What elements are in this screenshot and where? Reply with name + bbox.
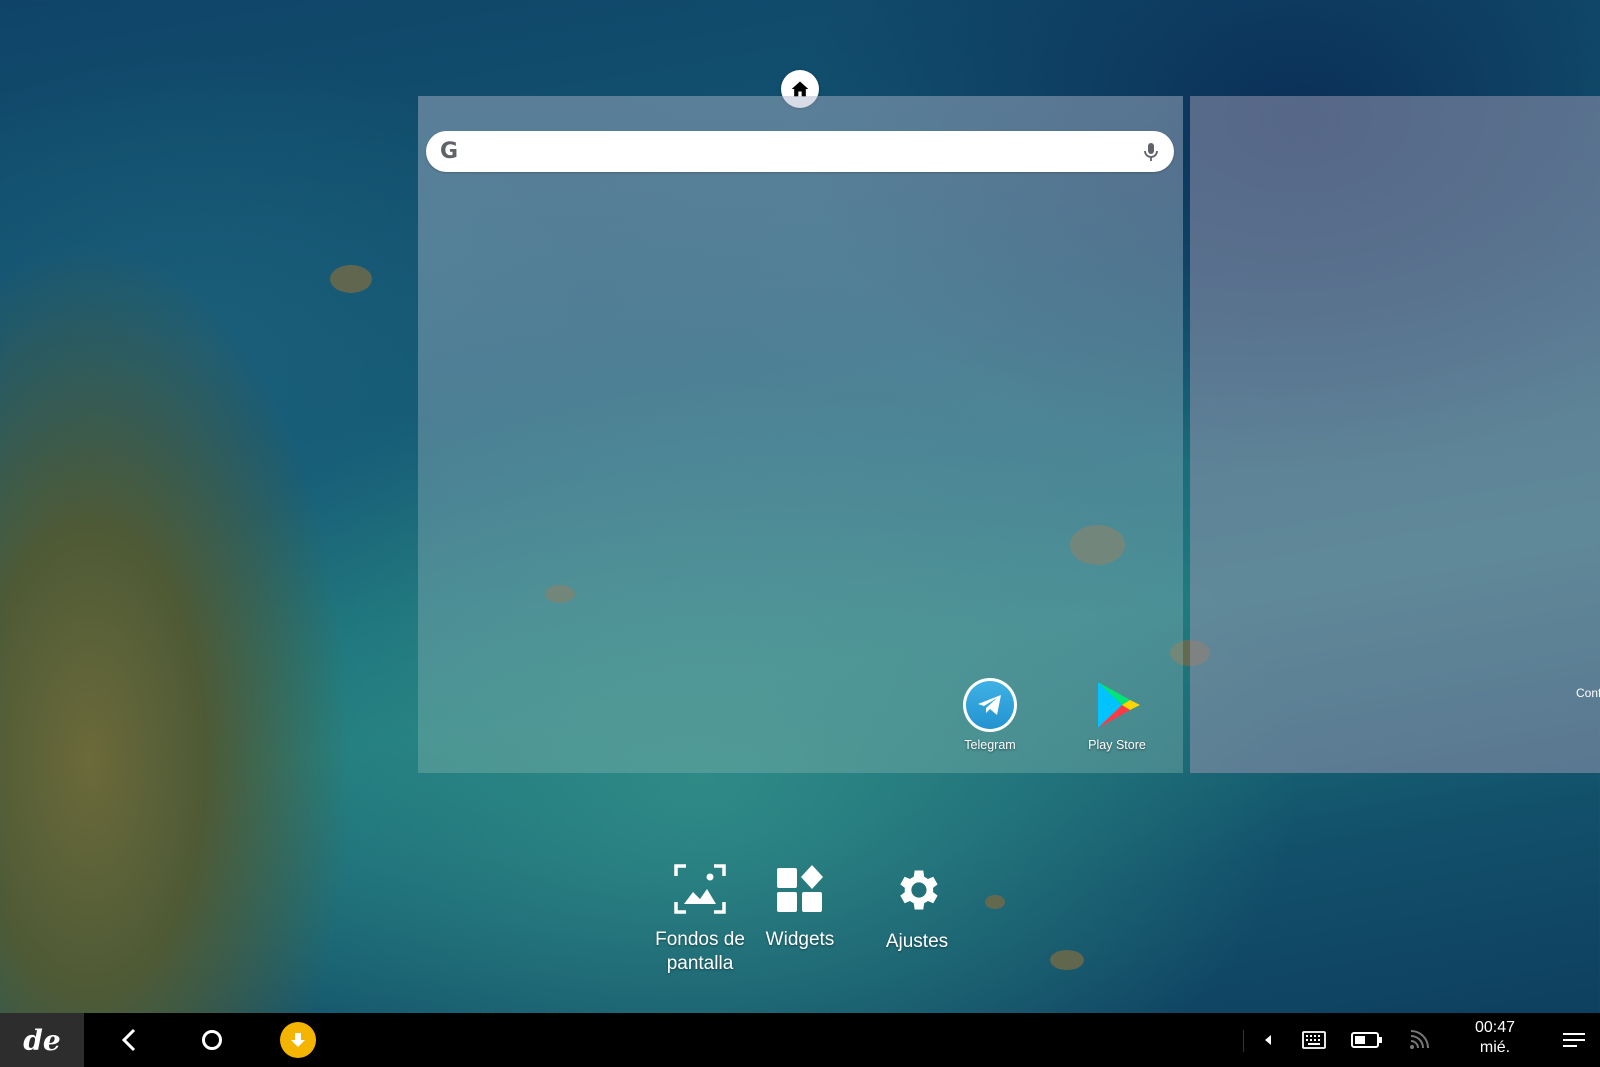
- notifications-button[interactable]: [1560, 1028, 1588, 1052]
- peek-app-label: Conf: [1576, 686, 1600, 700]
- start-menu-logo[interactable]: de: [0, 1013, 84, 1067]
- google-logo-icon: G: [440, 139, 459, 164]
- wallpapers-label-line2: pantalla: [666, 953, 734, 974]
- home-circle-icon: [202, 1030, 222, 1050]
- taskbar-separator: [1243, 1030, 1244, 1052]
- battery-icon: [1351, 1032, 1382, 1048]
- app-label: Telegram: [964, 738, 1016, 752]
- widgets-label: Widgets: [765, 929, 835, 950]
- second-page-preview[interactable]: [1190, 96, 1600, 773]
- settings-label: Ajustes: [885, 931, 949, 952]
- gear-icon: [900, 870, 938, 910]
- app-label: Play Store: [1088, 738, 1146, 752]
- notifications-menu-icon: [1563, 1033, 1585, 1047]
- wallpaper-island: [330, 265, 372, 293]
- keyboard-button[interactable]: [1300, 1028, 1328, 1052]
- app-play-store[interactable]: Play Store: [1062, 678, 1172, 752]
- clock-day: mié.: [1479, 1039, 1511, 1056]
- battery-status[interactable]: [1350, 1028, 1384, 1052]
- play-store-icon: [1098, 682, 1140, 728]
- widgets-icon: [777, 865, 823, 912]
- download-notification-button[interactable]: [280, 1022, 316, 1058]
- wallpaper-island: [1050, 950, 1084, 970]
- clock-time: 00:47: [1474, 1019, 1516, 1036]
- settings-option[interactable]: Ajustes: [862, 864, 972, 954]
- clock[interactable]: 00:47 mié.: [1460, 1018, 1530, 1058]
- home-button[interactable]: [197, 1025, 227, 1055]
- search-bar[interactable]: G: [426, 131, 1174, 172]
- home-page-preview[interactable]: [418, 96, 1183, 773]
- wallpapers-label-line1: Fondos de: [655, 929, 745, 950]
- wallpaper-icon: [674, 864, 726, 914]
- download-icon: [291, 1033, 305, 1047]
- tray-expand-button[interactable]: [1258, 1030, 1278, 1050]
- back-arrow-icon: [121, 1028, 136, 1052]
- cast-icon: [1410, 1030, 1429, 1049]
- widgets-option[interactable]: Widgets: [745, 864, 855, 952]
- telegram-icon: [963, 678, 1017, 732]
- app-telegram[interactable]: Telegram: [935, 678, 1045, 752]
- cast-status[interactable]: [1406, 1028, 1432, 1052]
- back-button[interactable]: [114, 1025, 144, 1055]
- chevron-left-icon: [1265, 1035, 1271, 1045]
- keyboard-icon: [1302, 1031, 1326, 1049]
- wallpaper-island: [985, 895, 1005, 909]
- mic-icon[interactable]: [1142, 141, 1160, 163]
